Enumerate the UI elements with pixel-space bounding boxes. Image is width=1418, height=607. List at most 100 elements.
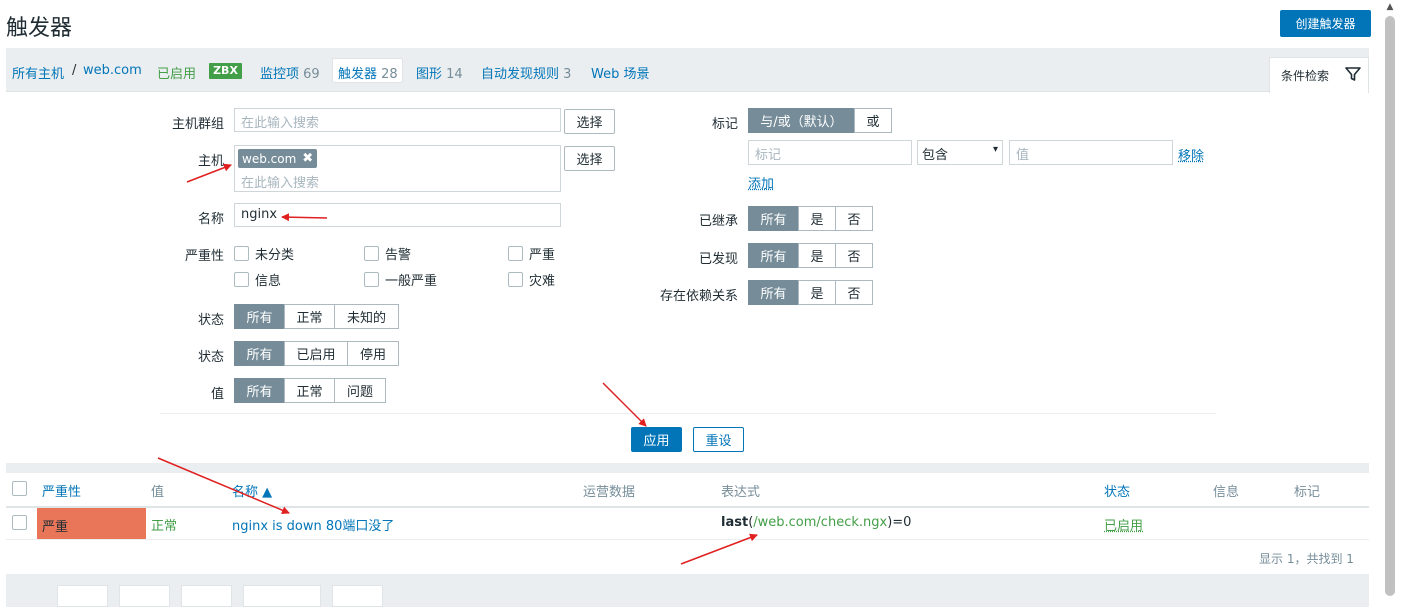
tab-graphs[interactable]: 图形 14 — [416, 63, 463, 82]
breadcrumb-separator: / — [72, 63, 77, 78]
value-option-ok[interactable]: 正常 — [284, 378, 335, 403]
page-title: 触发器 — [6, 16, 73, 41]
tab-web-scenarios[interactable]: Web 场景 — [591, 63, 649, 82]
severity-disaster-checkbox[interactable]: 灾难 — [508, 270, 555, 289]
dependencies-option-all[interactable]: 所有 — [748, 280, 799, 305]
value-option-all[interactable]: 所有 — [234, 378, 285, 403]
zbx-availability-badge: ZBX — [209, 63, 242, 79]
create-trigger-button[interactable]: 创建触发器 — [1280, 10, 1371, 37]
mass-action-button-5[interactable] — [332, 585, 383, 607]
name-label: 名称 — [197, 212, 224, 227]
severity-warning-checkbox[interactable]: 告警 — [364, 244, 411, 263]
status-label: 状态 — [197, 350, 224, 365]
tag-value-input[interactable]: 值 — [1009, 140, 1173, 165]
tags-evaltype-and-or[interactable]: 与/或（默认） — [748, 108, 855, 133]
status-option-all[interactable]: 所有 — [234, 341, 285, 366]
name-input[interactable]: nginx — [234, 203, 561, 227]
checkbox-box — [234, 246, 249, 261]
column-expression: 表达式 — [721, 485, 761, 500]
dependencies-radio-group: 所有 是 否 — [748, 280, 873, 305]
tag-remove-link[interactable]: 移除 — [1178, 145, 1204, 164]
chip-remove-icon[interactable]: ✖ — [302, 151, 313, 166]
row-checkbox[interactable] — [12, 515, 27, 530]
select-all-checkbox[interactable] — [12, 481, 27, 496]
host-group-select-button[interactable]: 选择 — [564, 109, 615, 134]
column-operational-data: 运营数据 — [583, 485, 636, 500]
tab-items[interactable]: 监控项 69 — [260, 63, 320, 82]
inherited-option-no[interactable]: 否 — [835, 206, 873, 231]
filter-divider — [160, 413, 1216, 414]
inherited-label: 已继承 — [698, 214, 738, 229]
table-header-border — [6, 506, 1369, 508]
host-group-input[interactable]: 在此输入搜索 — [234, 108, 561, 132]
discovered-option-yes[interactable]: 是 — [798, 243, 836, 268]
state-option-all[interactable]: 所有 — [234, 304, 285, 329]
severity-average-checkbox[interactable]: 一般严重 — [364, 270, 437, 289]
tab-triggers-count: 28 — [381, 67, 398, 82]
host-search-input[interactable]: 在此输入搜索 — [241, 172, 319, 191]
tag-name-input[interactable]: 标记 — [748, 140, 912, 165]
tab-triggers[interactable]: 触发器 28 — [338, 63, 398, 82]
page: 触发器 创建触发器 ▲ 所有主机 / web.com 已启用 ZBX 监控项 6… — [0, 0, 1418, 607]
table-row-border — [6, 539, 1369, 540]
scroll-up-icon[interactable]: ▲ — [1385, 2, 1395, 12]
tag-add-link[interactable]: 添加 — [748, 173, 774, 192]
tags-label: 标记 — [711, 117, 738, 132]
tag-operator-value: 包含 — [922, 148, 949, 163]
severity-not-classified-checkbox[interactable]: 未分类 — [234, 244, 294, 263]
apply-button[interactable]: 应用 — [631, 427, 682, 452]
row-name-link[interactable]: nginx is down 80端口没了 — [232, 515, 394, 534]
scrollbar-thumb[interactable] — [1385, 16, 1395, 596]
tab-graphs-label: 图形 — [416, 67, 443, 82]
state-option-normal[interactable]: 正常 — [284, 304, 335, 329]
tab-discovery-rules[interactable]: 自动发现规则 3 — [481, 63, 571, 82]
severity-option-label: 一般严重 — [385, 274, 438, 289]
column-name[interactable]: 名称 ▲ — [232, 481, 272, 500]
value-radio-group: 所有 正常 问题 — [234, 378, 386, 403]
tab-graphs-count: 14 — [446, 67, 463, 82]
severity-option-label: 未分类 — [255, 248, 295, 263]
tags-evaltype-or[interactable]: 或 — [854, 108, 892, 133]
column-value: 值 — [151, 485, 165, 500]
annotation-arrow-apply — [602, 382, 647, 427]
filter-tab-label: 条件检索 — [1281, 69, 1330, 83]
tags-evaltype-radio-group: 与/或（默认） 或 — [748, 108, 892, 133]
filter-tab[interactable]: 条件检索 — [1269, 57, 1369, 93]
inherited-option-all[interactable]: 所有 — [748, 206, 799, 231]
reset-button[interactable]: 重设 — [693, 427, 744, 452]
value-option-problem[interactable]: 问题 — [334, 378, 386, 403]
state-option-unknown[interactable]: 未知的 — [334, 304, 399, 329]
severity-high-checkbox[interactable]: 严重 — [508, 244, 555, 263]
discovered-option-no[interactable]: 否 — [835, 243, 873, 268]
column-status[interactable]: 状态 — [1104, 481, 1130, 500]
mass-action-button-2[interactable] — [119, 585, 170, 607]
host-group-label: 主机群组 — [171, 117, 224, 132]
checkbox-box — [508, 272, 523, 287]
inherited-option-yes[interactable]: 是 — [798, 206, 836, 231]
severity-option-label: 灾难 — [529, 274, 556, 289]
breadcrumb-all-hosts[interactable]: 所有主机 — [12, 63, 64, 82]
mass-action-button-4[interactable] — [243, 585, 321, 607]
column-severity[interactable]: 严重性 — [42, 481, 81, 500]
checkbox-box — [364, 272, 379, 287]
state-radio-group: 所有 正常 未知的 — [234, 304, 399, 329]
discovered-option-all[interactable]: 所有 — [748, 243, 799, 268]
mass-action-button-1[interactable] — [57, 585, 108, 607]
row-status-toggle[interactable]: 已启用 — [1104, 515, 1143, 534]
expression-paren-close: )=0 — [887, 515, 912, 530]
dependencies-option-no[interactable]: 否 — [835, 280, 873, 305]
row-value: 正常 — [151, 519, 178, 534]
breadcrumb-host[interactable]: web.com — [83, 63, 142, 78]
mass-action-button-3[interactable] — [181, 585, 232, 607]
host-select-button[interactable]: 选择 — [564, 146, 615, 171]
dependencies-option-yes[interactable]: 是 — [798, 280, 836, 305]
expression-item-key-link[interactable]: /web.com/check.ngx — [753, 515, 887, 530]
tag-operator-select[interactable]: 包含 ▾ — [917, 140, 1003, 165]
discovered-radio-group: 所有 是 否 — [748, 243, 873, 268]
host-multiselect[interactable]: web.com ✖ 在此输入搜索 — [234, 145, 561, 192]
host-status-enabled[interactable]: 已启用 — [157, 63, 196, 82]
status-option-disabled[interactable]: 停用 — [347, 341, 399, 366]
severity-information-checkbox[interactable]: 信息 — [234, 270, 281, 289]
status-option-enabled[interactable]: 已启用 — [284, 341, 348, 366]
row-severity-cell: 严重 — [37, 508, 146, 539]
